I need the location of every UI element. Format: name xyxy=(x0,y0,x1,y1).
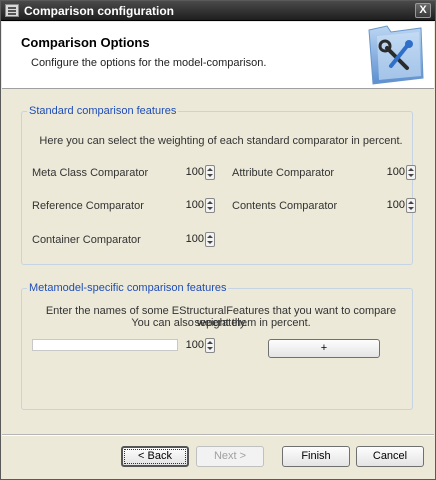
next-button[interactable]: Next > xyxy=(196,446,264,467)
container-weight-spinner[interactable]: 100 xyxy=(182,232,216,247)
feature-weight-spinner[interactable]: 100 xyxy=(182,338,216,353)
page-description: Configure the options for the model-comp… xyxy=(31,57,267,69)
spin-down-icon[interactable] xyxy=(408,173,414,179)
spinner-value[interactable]: 100 xyxy=(383,166,405,178)
spinner-arrows[interactable] xyxy=(205,198,215,213)
contents-weight-spinner[interactable]: 100 xyxy=(383,198,417,213)
spinner-arrows[interactable] xyxy=(406,198,416,213)
reference-weight-spinner[interactable]: 100 xyxy=(182,198,216,213)
spinner-arrows[interactable] xyxy=(406,165,416,180)
spinner-arrows[interactable] xyxy=(205,338,215,353)
spinner-arrows[interactable] xyxy=(205,232,215,247)
comparator-label: Attribute Comparator xyxy=(232,167,335,179)
spinner-value[interactable]: 100 xyxy=(182,199,204,211)
back-button[interactable]: < Back xyxy=(121,446,189,467)
attribute-weight-spinner[interactable]: 100 xyxy=(383,165,417,180)
dialog-window: Comparison configuration X Comparison Op… xyxy=(0,0,436,480)
window-menu-icon[interactable] xyxy=(5,4,19,17)
page-title: Comparison Options xyxy=(21,35,150,50)
metamodel-features-label: Metamodel-specific comparison features xyxy=(27,282,229,294)
add-feature-button[interactable]: + xyxy=(268,339,380,358)
spin-down-icon[interactable] xyxy=(207,173,213,179)
metamodel-intro-line2: You can also weight them in percent. xyxy=(131,317,311,329)
close-button[interactable]: X xyxy=(415,3,431,18)
spinner-value[interactable]: 100 xyxy=(182,233,204,245)
meta-class-weight-spinner[interactable]: 100 xyxy=(182,165,216,180)
standard-features-label: Standard comparison features xyxy=(27,105,179,117)
comparator-label: Meta Class Comparator xyxy=(32,167,149,179)
comparator-label: Reference Comparator xyxy=(32,200,144,212)
spin-down-icon[interactable] xyxy=(207,206,213,212)
finish-button[interactable]: Finish xyxy=(282,446,350,467)
spin-down-icon[interactable] xyxy=(408,206,414,212)
comparator-label: Container Comparator xyxy=(32,234,141,246)
spinner-value[interactable]: 100 xyxy=(182,166,204,178)
feature-name-input[interactable] xyxy=(32,339,178,351)
standard-intro-text: Here you can select the weighting of eac… xyxy=(39,135,403,147)
spin-down-icon[interactable] xyxy=(207,346,213,352)
spinner-value[interactable]: 100 xyxy=(182,339,204,351)
wizard-header: Comparison Options Configure the options… xyxy=(2,22,434,89)
cancel-button[interactable]: Cancel xyxy=(356,446,424,467)
spinner-value[interactable]: 100 xyxy=(383,199,405,211)
spinner-arrows[interactable] xyxy=(205,165,215,180)
footer-divider xyxy=(2,434,434,435)
comparator-label: Contents Comparator xyxy=(232,200,338,212)
title-bar[interactable]: Comparison configuration X xyxy=(1,1,435,21)
window-title: Comparison configuration xyxy=(24,4,174,18)
folder-tools-icon xyxy=(368,25,424,85)
spin-down-icon[interactable] xyxy=(207,240,213,246)
